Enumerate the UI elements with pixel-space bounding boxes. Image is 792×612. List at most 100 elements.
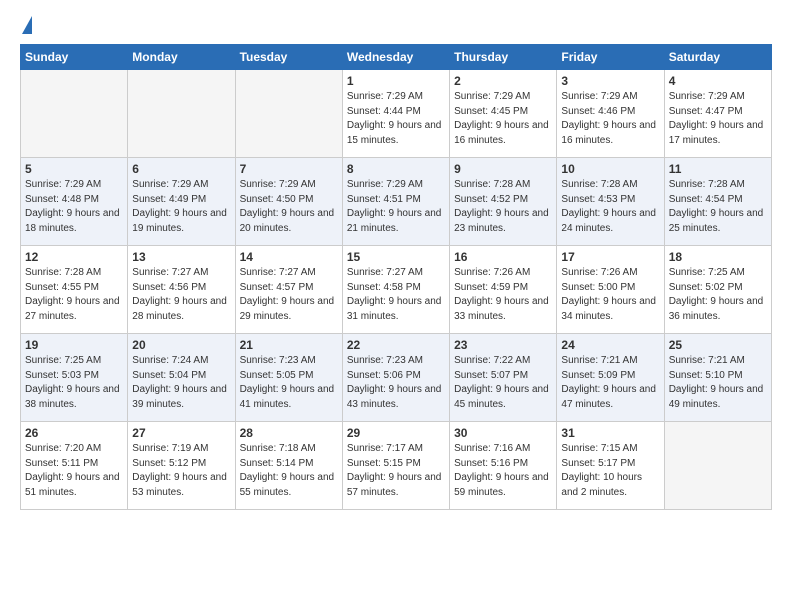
calendar-cell: 3 Sunrise: 7:29 AMSunset: 4:46 PMDaylight…: [557, 70, 664, 158]
day-number: 22: [347, 338, 445, 352]
day-info: Sunrise: 7:29 AMSunset: 4:46 PMDaylight:…: [561, 90, 659, 148]
day-number: 20: [132, 338, 230, 352]
calendar-cell: 4 Sunrise: 7:29 AMSunset: 4:47 PMDaylight…: [664, 70, 771, 158]
day-info: Sunrise: 7:28 AMSunset: 4:52 PMDaylight:…: [454, 178, 552, 236]
day-number: 11: [669, 162, 767, 176]
day-info: Sunrise: 7:29 AMSunset: 4:44 PMDaylight:…: [347, 90, 445, 148]
day-info: Sunrise: 7:27 AMSunset: 4:57 PMDaylight:…: [240, 266, 338, 324]
day-info: Sunrise: 7:28 AMSunset: 4:54 PMDaylight:…: [669, 178, 767, 236]
day-info: Sunrise: 7:22 AMSunset: 5:07 PMDaylight:…: [454, 354, 552, 412]
weekday-header-sunday: Sunday: [21, 45, 128, 70]
day-number: 14: [240, 250, 338, 264]
day-number: 26: [25, 426, 123, 440]
day-info: Sunrise: 7:29 AMSunset: 4:49 PMDaylight:…: [132, 178, 230, 236]
calendar-cell: [235, 70, 342, 158]
day-info: Sunrise: 7:28 AMSunset: 4:53 PMDaylight:…: [561, 178, 659, 236]
day-number: 12: [25, 250, 123, 264]
day-number: 23: [454, 338, 552, 352]
day-number: 15: [347, 250, 445, 264]
calendar-cell: 7Sunrise: 7:29 AMSunset: 4:50 PMDaylight…: [235, 158, 342, 246]
day-info: Sunrise: 7:29 AMSunset: 4:45 PMDaylight:…: [454, 90, 552, 148]
day-info: Sunrise: 7:27 AMSunset: 4:58 PMDaylight:…: [347, 266, 445, 324]
calendar-cell: 29 Sunrise: 7:17 AMSunset: 5:15 PMDayligh…: [342, 422, 449, 510]
calendar-cell: 5 Sunrise: 7:29 AMSunset: 4:48 PMDaylight…: [21, 158, 128, 246]
week-row-5: 26 Sunrise: 7:20 AMSunset: 5:11 PMDayligh…: [21, 422, 772, 510]
calendar-cell: 27 Sunrise: 7:19 AMSunset: 5:12 PMDayligh…: [128, 422, 235, 510]
day-number: 3: [561, 74, 659, 88]
calendar-cell: 25 Sunrise: 7:21 AMSunset: 5:10 PMDayligh…: [664, 334, 771, 422]
header-row: SundayMondayTuesdayWednesdayThursdayFrid…: [21, 45, 772, 70]
day-info: Sunrise: 7:26 AMSunset: 5:00 PMDaylight:…: [561, 266, 659, 324]
day-info: Sunrise: 7:21 AMSunset: 5:10 PMDaylight:…: [669, 354, 767, 412]
day-info: Sunrise: 7:29 AMSunset: 4:50 PMDaylight:…: [240, 178, 338, 236]
day-number: 10: [561, 162, 659, 176]
calendar-cell: 8Sunrise: 7:29 AMSunset: 4:51 PMDaylight…: [342, 158, 449, 246]
day-info: Sunrise: 7:29 AMSunset: 4:51 PMDaylight:…: [347, 178, 445, 236]
day-number: 2: [454, 74, 552, 88]
logo: [20, 16, 32, 36]
day-number: 9: [454, 162, 552, 176]
calendar-cell: 9 Sunrise: 7:28 AMSunset: 4:52 PMDaylight…: [450, 158, 557, 246]
day-number: 25: [669, 338, 767, 352]
day-info: Sunrise: 7:26 AMSunset: 4:59 PMDaylight:…: [454, 266, 552, 324]
day-number: 27: [132, 426, 230, 440]
calendar-cell: 12Sunrise: 7:28 AMSunset: 4:55 PMDayligh…: [21, 246, 128, 334]
weekday-header-saturday: Saturday: [664, 45, 771, 70]
day-info: Sunrise: 7:29 AMSunset: 4:48 PMDaylight:…: [25, 178, 123, 236]
weekday-header-wednesday: Wednesday: [342, 45, 449, 70]
day-number: 21: [240, 338, 338, 352]
logo-triangle-icon: [22, 16, 32, 34]
calendar-cell: 31 Sunrise: 7:15 AMSunset: 5:17 PMDayligh…: [557, 422, 664, 510]
day-number: 16: [454, 250, 552, 264]
calendar-cell: 24Sunrise: 7:21 AMSunset: 5:09 PMDayligh…: [557, 334, 664, 422]
header: [20, 16, 772, 36]
calendar-cell: 14 Sunrise: 7:27 AMSunset: 4:57 PMDayligh…: [235, 246, 342, 334]
day-info: Sunrise: 7:16 AMSunset: 5:16 PMDaylight:…: [454, 442, 552, 500]
week-row-2: 5 Sunrise: 7:29 AMSunset: 4:48 PMDaylight…: [21, 158, 772, 246]
calendar-cell: 28 Sunrise: 7:18 AMSunset: 5:14 PMDayligh…: [235, 422, 342, 510]
calendar-cell: [21, 70, 128, 158]
calendar-cell: 16 Sunrise: 7:26 AMSunset: 4:59 PMDayligh…: [450, 246, 557, 334]
day-number: 18: [669, 250, 767, 264]
week-row-1: 1Sunrise: 7:29 AMSunset: 4:44 PMDaylight…: [21, 70, 772, 158]
calendar-table: SundayMondayTuesdayWednesdayThursdayFrid…: [20, 44, 772, 510]
calendar-cell: 19 Sunrise: 7:25 AMSunset: 5:03 PMDayligh…: [21, 334, 128, 422]
calendar-cell: 26 Sunrise: 7:20 AMSunset: 5:11 PMDayligh…: [21, 422, 128, 510]
calendar-cell: 21Sunrise: 7:23 AMSunset: 5:05 PMDayligh…: [235, 334, 342, 422]
week-row-3: 12Sunrise: 7:28 AMSunset: 4:55 PMDayligh…: [21, 246, 772, 334]
day-info: Sunrise: 7:17 AMSunset: 5:15 PMDaylight:…: [347, 442, 445, 500]
day-number: 4: [669, 74, 767, 88]
weekday-header-thursday: Thursday: [450, 45, 557, 70]
day-info: Sunrise: 7:27 AMSunset: 4:56 PMDaylight:…: [132, 266, 230, 324]
day-info: Sunrise: 7:18 AMSunset: 5:14 PMDaylight:…: [240, 442, 338, 500]
calendar-cell: 30 Sunrise: 7:16 AMSunset: 5:16 PMDayligh…: [450, 422, 557, 510]
calendar-cell: 11 Sunrise: 7:28 AMSunset: 4:54 PMDayligh…: [664, 158, 771, 246]
day-number: 31: [561, 426, 659, 440]
weekday-header-tuesday: Tuesday: [235, 45, 342, 70]
day-number: 24: [561, 338, 659, 352]
day-info: Sunrise: 7:15 AMSunset: 5:17 PMDaylight:…: [561, 442, 659, 500]
week-row-4: 19 Sunrise: 7:25 AMSunset: 5:03 PMDayligh…: [21, 334, 772, 422]
weekday-header-monday: Monday: [128, 45, 235, 70]
day-info: Sunrise: 7:23 AMSunset: 5:06 PMDaylight:…: [347, 354, 445, 412]
calendar-cell: [664, 422, 771, 510]
day-info: Sunrise: 7:25 AMSunset: 5:02 PMDaylight:…: [669, 266, 767, 324]
weekday-header-friday: Friday: [557, 45, 664, 70]
page: SundayMondayTuesdayWednesdayThursdayFrid…: [0, 0, 792, 612]
calendar-cell: 15 Sunrise: 7:27 AMSunset: 4:58 PMDayligh…: [342, 246, 449, 334]
day-number: 29: [347, 426, 445, 440]
calendar-cell: 6Sunrise: 7:29 AMSunset: 4:49 PMDaylight…: [128, 158, 235, 246]
day-info: Sunrise: 7:29 AMSunset: 4:47 PMDaylight:…: [669, 90, 767, 148]
day-info: Sunrise: 7:20 AMSunset: 5:11 PMDaylight:…: [25, 442, 123, 500]
day-number: 30: [454, 426, 552, 440]
calendar-cell: 10 Sunrise: 7:28 AMSunset: 4:53 PMDayligh…: [557, 158, 664, 246]
day-info: Sunrise: 7:25 AMSunset: 5:03 PMDaylight:…: [25, 354, 123, 412]
calendar-cell: 1Sunrise: 7:29 AMSunset: 4:44 PMDaylight…: [342, 70, 449, 158]
day-number: 17: [561, 250, 659, 264]
day-number: 28: [240, 426, 338, 440]
day-number: 19: [25, 338, 123, 352]
calendar-cell: 13Sunrise: 7:27 AMSunset: 4:56 PMDayligh…: [128, 246, 235, 334]
day-info: Sunrise: 7:19 AMSunset: 5:12 PMDaylight:…: [132, 442, 230, 500]
calendar-cell: 17 Sunrise: 7:26 AMSunset: 5:00 PMDayligh…: [557, 246, 664, 334]
day-number: 5: [25, 162, 123, 176]
